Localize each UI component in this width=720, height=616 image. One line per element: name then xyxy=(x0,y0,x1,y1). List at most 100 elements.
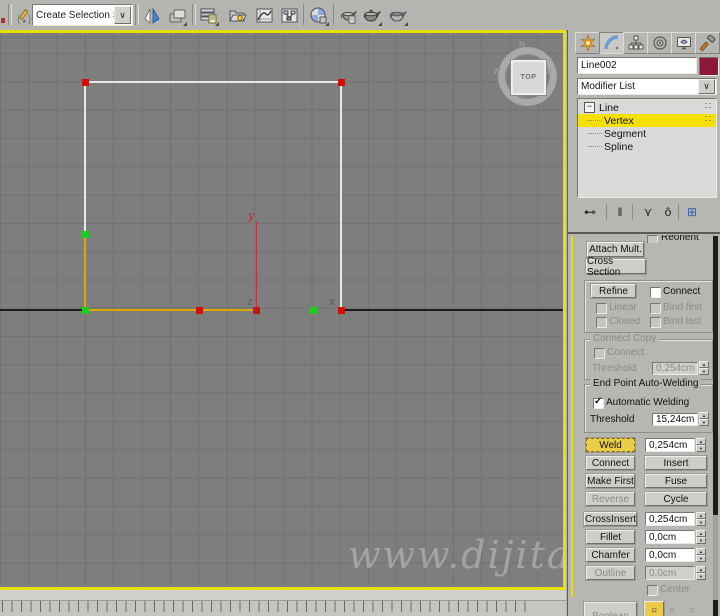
closed-checkbox[interactable] xyxy=(596,317,607,328)
flyout-arrow xyxy=(215,22,219,26)
object-color-swatch[interactable] xyxy=(699,57,719,76)
spline-vertex[interactable] xyxy=(338,307,345,314)
chamfer-button[interactable]: Chamfer xyxy=(586,548,635,562)
fillet-button[interactable]: Fillet xyxy=(586,530,635,544)
spline-vertex[interactable] xyxy=(82,79,89,86)
panel-scrollbar-thumb[interactable] xyxy=(713,515,718,600)
stack-item-segment[interactable]: Segment xyxy=(578,127,716,140)
scene-explorer-icon[interactable] xyxy=(225,3,250,28)
connect-copy-threshold-field[interactable]: 0,254cm xyxy=(652,362,698,375)
spline-top[interactable] xyxy=(85,81,341,83)
world-axis-left[interactable] xyxy=(0,309,84,311)
world-axis-right[interactable] xyxy=(342,309,563,311)
spline-vertex[interactable] xyxy=(253,307,260,314)
rendered-frame-window-icon[interactable] xyxy=(359,3,384,28)
insert-button[interactable]: Insert xyxy=(645,456,707,470)
spline-vertex[interactable] xyxy=(196,307,203,314)
configure-modifier-sets-icon[interactable]: ⊞ xyxy=(682,202,702,222)
spline-right[interactable] xyxy=(340,82,342,310)
selected-segment-bottom[interactable] xyxy=(85,309,256,311)
outline-button[interactable]: Outline xyxy=(586,566,635,580)
track-bar[interactable] xyxy=(0,601,566,616)
make-unique-icon[interactable]: ⋎ xyxy=(638,202,658,222)
boolean-button[interactable]: Boolean xyxy=(584,602,637,616)
outline-spinner[interactable]: ▲ ▼ xyxy=(696,566,706,580)
boolean-union-icon[interactable]: ○ xyxy=(644,601,664,616)
threshold-spinner[interactable]: ▲ ▼ xyxy=(699,412,709,426)
bind-last-checkbox[interactable] xyxy=(650,317,661,328)
crossinsert-spinner[interactable]: ▲ ▼ xyxy=(696,512,706,526)
tab-motion[interactable] xyxy=(647,32,672,54)
modifier-list-dropdown[interactable]: Modifier List ∨ xyxy=(577,78,717,95)
cross-section-button[interactable]: Cross Section xyxy=(586,256,646,278)
fillet-spinner[interactable]: ▲ ▼ xyxy=(696,530,706,544)
tab-utilities[interactable] xyxy=(695,32,720,54)
selected-segment-vertical[interactable] xyxy=(84,234,86,310)
reorient-checkbox[interactable] xyxy=(647,235,658,243)
tripod-y-axis[interactable] xyxy=(256,222,257,310)
selection-set-dropdown[interactable]: Create Selection Se ∨ xyxy=(32,4,133,26)
spline-vertex[interactable] xyxy=(82,307,89,314)
crossinsert-button[interactable]: CrossInsert xyxy=(584,512,637,526)
top-viewport[interactable]: www.dijitalde N E S W TOP y x z xyxy=(0,30,566,590)
axis-label-y: y xyxy=(248,209,255,222)
fuse-button[interactable]: Fuse xyxy=(645,474,707,488)
stack-sub-label: Vertex xyxy=(604,114,634,127)
fillet-value-field[interactable]: 0,0cm xyxy=(645,530,695,544)
refine-group: Refine Connect Linear Bind first Closed … xyxy=(584,280,713,333)
threshold-spinner[interactable]: ▲ ▼ xyxy=(699,361,709,375)
viewcube[interactable]: N E S W TOP xyxy=(493,40,556,105)
chevron-down-icon[interactable]: ∨ xyxy=(114,6,131,24)
remove-modifier-icon[interactable]: ô xyxy=(658,202,678,222)
align-icon[interactable] xyxy=(164,3,189,28)
tab-modify[interactable] xyxy=(599,32,624,54)
layer-manager-icon[interactable] xyxy=(196,3,221,28)
stack-item-vertex[interactable]: Vertex ∷ xyxy=(578,114,716,127)
spline-vertex[interactable] xyxy=(82,231,89,238)
mirror-icon[interactable] xyxy=(139,3,164,28)
connect-copy-checkbox[interactable] xyxy=(594,348,605,359)
tab-hierarchy[interactable] xyxy=(623,32,648,54)
render-setup-icon[interactable] xyxy=(336,3,361,28)
stack-item-line[interactable]: − Line ∷ xyxy=(578,101,716,114)
viewcube-top-face[interactable]: TOP xyxy=(511,60,546,95)
connect-checkbox[interactable] xyxy=(650,287,661,298)
spline-left-upper[interactable] xyxy=(84,82,86,234)
weld-button[interactable]: Weld xyxy=(586,438,635,452)
viewport-canvas[interactable]: www.dijitalde N E S W TOP y x z xyxy=(0,33,563,587)
collapse-icon[interactable]: − xyxy=(584,102,595,113)
crossinsert-value-field[interactable]: 0,254cm xyxy=(645,512,695,526)
boolean-intersect-icon[interactable]: ○ xyxy=(689,605,695,616)
chevron-down-icon[interactable]: ∨ xyxy=(698,79,715,94)
material-editor-icon[interactable] xyxy=(306,3,331,28)
boolean-subtract-icon[interactable]: ○ xyxy=(669,605,675,616)
weld-value-field[interactable]: 0,254cm xyxy=(645,438,695,452)
schematic-view-icon[interactable] xyxy=(277,3,302,28)
linear-checkbox[interactable] xyxy=(596,303,607,314)
chamfer-spinner[interactable]: ▲ ▼ xyxy=(696,548,706,562)
pin-stack-icon[interactable]: ⊷ xyxy=(580,202,600,222)
chamfer-value-field[interactable]: 0,0cm xyxy=(645,548,695,562)
tab-display[interactable] xyxy=(671,32,696,54)
show-end-result-icon[interactable]: ‖ xyxy=(610,202,630,222)
curve-editor-icon[interactable] xyxy=(252,3,277,28)
refine-button[interactable]: Refine xyxy=(591,284,636,298)
center-checkbox[interactable] xyxy=(647,585,658,596)
object-name-field[interactable]: Line002 xyxy=(577,57,697,74)
weld-spinner[interactable]: ▲ ▼ xyxy=(696,438,706,452)
spline-vertex[interactable] xyxy=(310,307,317,314)
stack-item-spline[interactable]: Spline xyxy=(578,140,716,153)
modifier-stack[interactable]: − Line ∷ Vertex ∷ Segment Spline xyxy=(577,98,717,198)
cycle-button[interactable]: Cycle xyxy=(645,492,707,506)
make-first-button[interactable]: Make First xyxy=(586,474,635,488)
reverse-button[interactable]: Reverse xyxy=(586,492,635,506)
panel-scrollbar[interactable] xyxy=(713,236,718,616)
weld-threshold-field[interactable]: 15,24cm xyxy=(652,413,698,426)
spline-vertex[interactable] xyxy=(338,79,345,86)
bind-first-checkbox[interactable] xyxy=(650,303,661,314)
tab-create[interactable] xyxy=(575,32,600,54)
automatic-welding-checkbox[interactable]: ✓ xyxy=(593,396,604,409)
connect-button[interactable]: Connect xyxy=(586,456,635,470)
outline-value-field[interactable]: 0,0cm xyxy=(645,566,695,580)
render-production-icon[interactable] xyxy=(385,3,410,28)
